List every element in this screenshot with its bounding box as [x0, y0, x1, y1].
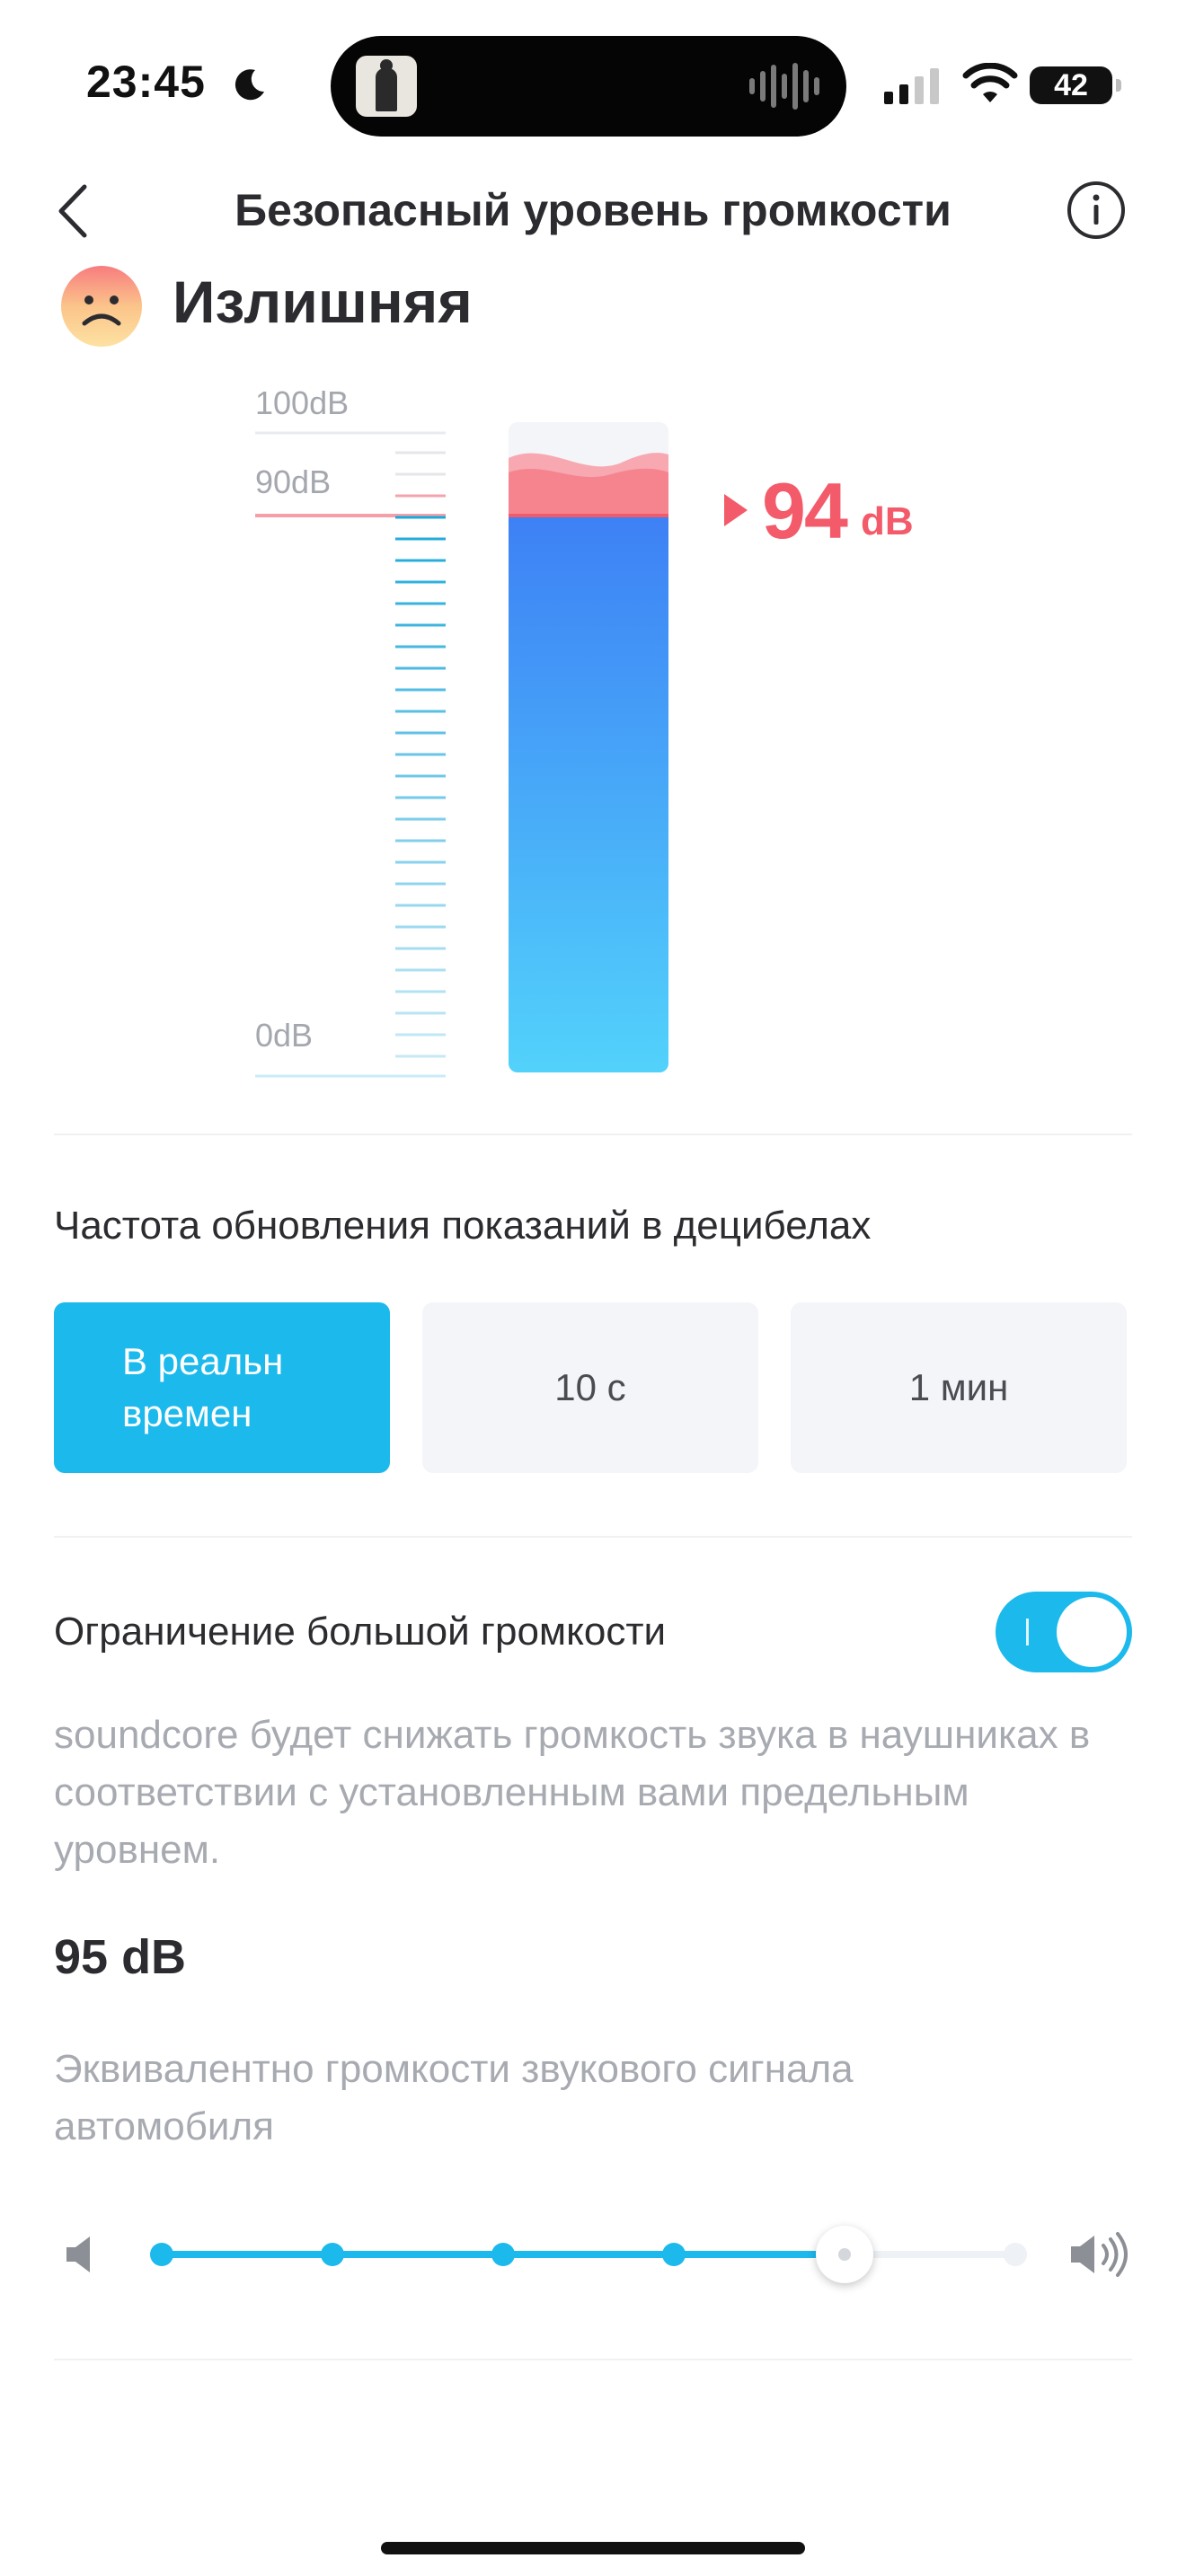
home-indicator[interactable] — [381, 2542, 805, 2554]
level-pointer-icon — [724, 494, 748, 526]
divider — [54, 1134, 1132, 1135]
volume-limit-label: Ограничение большой громкости — [54, 1610, 667, 1654]
page-title: Безопасный уровень громкости — [235, 185, 951, 235]
slider-thumb[interactable] — [816, 2226, 873, 2283]
audio-wave-icon — [749, 61, 819, 111]
battery-indicator: 42 — [1030, 66, 1121, 104]
option-1min-label: 1 мин — [908, 1366, 1009, 1408]
status-time: 23:45 — [86, 57, 206, 107]
option-realtime-line2: времен — [122, 1392, 252, 1434]
slider-step-dot[interactable] — [321, 2243, 344, 2266]
slider-track[interactable] — [150, 2226, 1027, 2283]
slider-step-dot[interactable] — [662, 2243, 686, 2266]
option-realtime[interactable]: В реальн времен — [54, 1302, 390, 1473]
moon-icon — [235, 69, 264, 101]
meter-bar-fill — [509, 507, 668, 1072]
divider — [54, 1536, 1132, 1538]
refresh-rate-label: Частота обновления показаний в децибелах — [54, 1204, 872, 1248]
volume-limit-description: soundcore будет снижать громкость звука … — [54, 1713, 1091, 1872]
slider-step-dot[interactable] — [150, 2243, 173, 2266]
volume-limit-toggle[interactable] — [996, 1592, 1132, 1672]
scale-ticks — [255, 431, 446, 1078]
wifi-icon — [962, 63, 1018, 102]
decibel-meter — [255, 422, 668, 1078]
current-db-value: 94 — [762, 466, 848, 555]
cellular-signal-icon — [884, 66, 939, 104]
slider-step-dot[interactable] — [491, 2243, 515, 2266]
info-icon[interactable] — [1066, 180, 1127, 241]
volume-low-icon — [66, 2236, 90, 2272]
volume-limit-slider[interactable] — [54, 2219, 1132, 2290]
option-10s-label: 10 с — [554, 1366, 626, 1408]
limit-equivalent-text: Эквивалентно громкости звукового сигнала… — [54, 2047, 854, 2148]
option-1min[interactable]: 1 мин — [791, 1302, 1127, 1473]
sad-face-icon — [61, 266, 142, 347]
divider — [54, 2359, 1132, 2360]
scale-label-top: 100dB — [255, 384, 350, 421]
dynamic-island[interactable] — [331, 36, 846, 137]
current-db-unit: dB — [861, 499, 914, 543]
slider-step-dot[interactable] — [1004, 2243, 1027, 2266]
album-art — [356, 56, 417, 117]
option-10s[interactable]: 10 с — [422, 1302, 758, 1473]
volume-high-icon — [1071, 2232, 1128, 2277]
limit-value: 95 dB — [54, 1930, 187, 1984]
option-realtime-line1: В реальн — [122, 1340, 284, 1382]
level-status: Излишняя — [173, 269, 473, 335]
